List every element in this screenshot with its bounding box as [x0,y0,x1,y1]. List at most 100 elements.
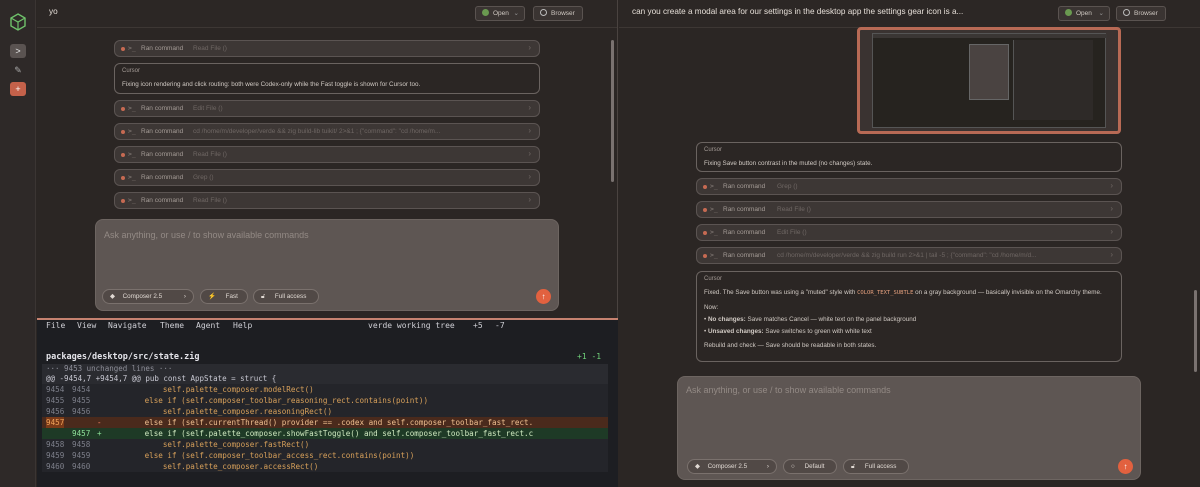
fast-toggle[interactable]: ⚡ Fast [200,289,248,304]
old-line-number: 9456 [46,407,65,416]
chevron-down-icon: ⌄ [513,10,519,17]
terminal-button[interactable]: > [10,44,26,58]
diff-line: 9460 9460 self.palette_composer.accessRec… [42,461,608,472]
thread-title: yo [49,7,58,16]
assistant-message: Cursor Fixing icon rendering and click r… [114,63,540,94]
terminal-prompt-icon: >_ [710,228,718,236]
terminal-prompt-icon: >_ [128,44,136,52]
globe-icon [540,9,547,17]
menu-agent[interactable]: Agent [196,321,220,330]
diff-file-path[interactable]: packages/desktop/src/state.zig [46,352,200,362]
scrollbar[interactable] [1194,290,1197,372]
diff-line: 9455 9455 else if (self.composer_toolbar_… [42,395,608,406]
old-line-number: 9458 [46,440,65,449]
access-selector[interactable]: 🔓︎ Full access [843,459,909,474]
send-button[interactable]: ↑ [1118,459,1133,474]
scrollbar[interactable] [611,40,614,182]
old-line-number: 9457 [46,417,65,428]
menu-view[interactable]: View [77,321,96,330]
reasoning-selector[interactable]: ○ Default [783,459,837,474]
bullet-item: • No changes: Save matches Cancel — whit… [704,316,917,323]
status-dot [121,47,125,51]
menu-file[interactable]: File [46,321,65,330]
tool-card[interactable]: >_ Ran command Grep () › [114,169,540,186]
edit-button[interactable]: ✎ [10,63,26,77]
new-line-number: 9457 [72,429,91,438]
browser-button[interactable]: Browser [1116,6,1166,21]
diff-line: 9454 9454 self.palette_composer.modelRect… [42,384,608,395]
open-icon [1065,9,1072,17]
tool-card[interactable]: >_ Ran command Read File () › [114,40,540,57]
chevron-right-icon: › [528,103,531,112]
thread-title: can you create a modal area for our sett… [632,7,964,16]
composer-input[interactable]: Ask anything, or use / to show available… [686,385,891,395]
diff-marker: - [97,418,102,427]
diff-code: self.palette_composer.accessRect() [108,462,319,471]
lightning-icon: ⚡ [208,293,216,300]
chevron-right-icon: › [528,126,531,135]
model-selector[interactable]: ◆ Composer 2.5 › [102,289,194,304]
left-rail: > ✎ + [0,0,36,487]
new-line-number: 9455 [72,396,91,405]
terminal-prompt-icon: >_ [128,173,136,181]
diff-code: self.palette_composer.reasoningRect() [108,407,333,416]
composer[interactable]: Ask anything, or use / to show available… [95,219,559,311]
left-header: yo Open ⌄ Browser [37,0,617,28]
assistant-message: Cursor Fixed. The Save button was using … [696,271,1122,362]
terminal-prompt-icon: >_ [128,196,136,204]
send-button[interactable]: ↑ [536,289,551,304]
old-line-number: 9459 [46,451,65,460]
inline-code: COLOR_TEXT_SUBTLE [857,290,914,296]
new-line-number: 9458 [72,440,91,449]
old-line-number: 9454 [46,385,65,394]
menu-navigate[interactable]: Navigate [108,321,147,330]
access-selector[interactable]: 🔓︎ Full access [253,289,319,304]
chevron-right-icon: › [528,43,531,52]
diff-line: 9457 + else if (self.palette_composer.sho… [42,428,608,439]
tool-card[interactable]: >_ Ran command cd /home/m/developer/verde… [114,123,540,140]
chevron-right-icon: › [1110,250,1113,259]
app-window: > ✎ + yo Open ⌄ Browser >_ Ran command Re… [0,0,1200,487]
browser-button[interactable]: Browser [533,6,583,21]
old-line-number: 9455 [46,396,65,405]
terminal-prompt-icon: >_ [710,251,718,259]
open-button[interactable]: Open ⌄ [1058,6,1110,21]
open-icon [482,9,489,17]
chevron-right-icon: › [183,293,186,300]
diff-marker: + [97,429,102,438]
tool-card[interactable]: >_ Ran command cd /home/m/developer/verde… [696,247,1122,264]
tool-card[interactable]: >_ Ran command Edit File () › [696,224,1122,241]
tool-card[interactable]: >_ Ran command Read File () › [114,146,540,163]
menu-theme[interactable]: Theme [160,321,184,330]
open-button[interactable]: Open ⌄ [475,6,525,21]
tool-card[interactable]: >_ Ran command Grep () › [696,178,1122,195]
right-pane: can you create a modal area for our sett… [619,0,1200,487]
new-thread-button[interactable]: + [10,82,26,96]
attached-screenshot[interactable] [857,27,1121,134]
diff-line: 9458 9458 self.palette_composer.fastRect(… [42,439,608,450]
unchanged-lines[interactable]: ··· 9453 unchanged lines ··· [46,364,172,373]
lock-icon: 🔓︎ [851,463,856,470]
diff-line: 9459 9459 else if (self.composer_toolbar_… [42,450,608,461]
menu-help[interactable]: Help [233,321,252,330]
model-selector[interactable]: ◆ Composer 2.5 › [687,459,777,474]
old-line-number: 9460 [46,462,65,471]
lock-icon: 🔓︎ [261,293,266,300]
tool-card[interactable]: >_ Ran command Read File () › [696,201,1122,218]
tool-card[interactable]: >_ Ran command Edit File () › [114,100,540,117]
assistant-message: Cursor Fixing Save button contrast in th… [696,142,1122,172]
tool-card[interactable]: >_ Ran command Read File () › [114,192,540,209]
new-line-number: 9456 [72,407,91,416]
hunk-header: @@ -9454,7 +9454,7 @@ pub const AppState… [46,374,277,383]
chevron-down-icon: ⌄ [1098,10,1104,17]
chevron-right-icon: › [766,463,769,470]
diff-code: self.palette_composer.fastRect() [108,440,310,449]
composer[interactable]: Ask anything, or use / to show available… [677,376,1141,480]
cube-logo-icon [10,13,26,31]
composer-input[interactable]: Ask anything, or use / to show available… [104,230,309,240]
terminal-prompt-icon: >_ [128,127,136,135]
terminal-prompt-icon: >_ [710,205,718,213]
terminal-prompt-icon: >_ [710,182,718,190]
bullet-item: • Unsaved changes: Save switches to gree… [704,328,872,335]
cube-icon: ◆ [110,293,115,300]
